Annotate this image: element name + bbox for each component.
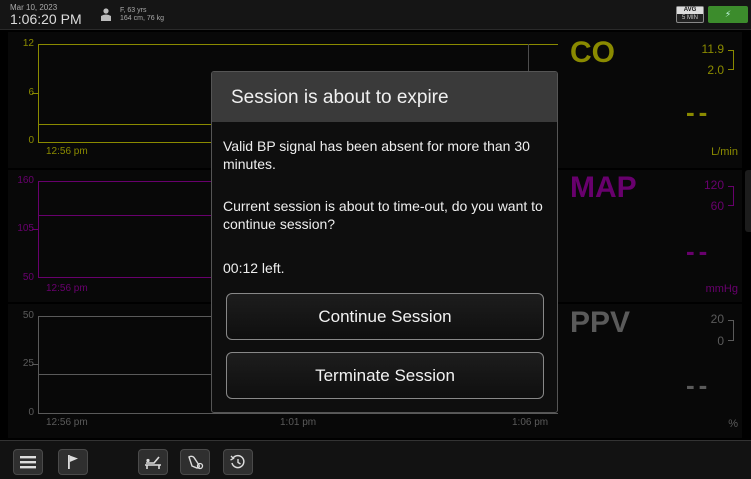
hand-monitor-icon	[188, 455, 204, 470]
dialog-countdown: 00:12 left.	[223, 260, 285, 276]
dialog-title: Session is about to expire	[231, 87, 449, 108]
continue-session-button[interactable]: Continue Session	[226, 293, 544, 340]
patient-icon	[101, 8, 111, 21]
history-icon	[230, 454, 245, 469]
status-bar: Mar 10, 2023 1:06:20 PM F, 63 yrs 164 cm…	[0, 0, 751, 30]
flag-button[interactable]	[58, 449, 88, 475]
avg-interval: 5 MIN	[681, 15, 698, 21]
dialog-message-bp-absent: Valid BP signal has been absent for more…	[223, 138, 530, 172]
session-expire-dialog: Session is about to expire Valid BP sign…	[211, 71, 558, 413]
patient-position-button[interactable]	[138, 449, 168, 475]
menu-icon	[20, 456, 36, 469]
avg-label: AVG	[677, 7, 703, 14]
header-time: 1:06:20 PM	[10, 11, 82, 27]
averaging-badge[interactable]: AVG 5 MIN	[676, 6, 704, 23]
history-button[interactable]	[223, 449, 253, 475]
battery-icon: ⚡	[708, 6, 748, 23]
monitor-tool-button[interactable]	[180, 449, 210, 475]
patient-bed-icon	[145, 456, 161, 469]
dialog-message-timeout: Current session is about to time-out, do…	[223, 198, 543, 232]
flag-icon	[68, 455, 78, 469]
patient-demographics: F, 63 yrs	[120, 7, 147, 14]
patient-measurements: 164 cm, 76 kg	[120, 15, 164, 22]
terminate-session-button[interactable]: Terminate Session	[226, 352, 544, 399]
dialog-header: Session is about to expire	[212, 72, 557, 122]
menu-button[interactable]	[13, 449, 43, 475]
bottom-toolbar	[0, 440, 751, 479]
